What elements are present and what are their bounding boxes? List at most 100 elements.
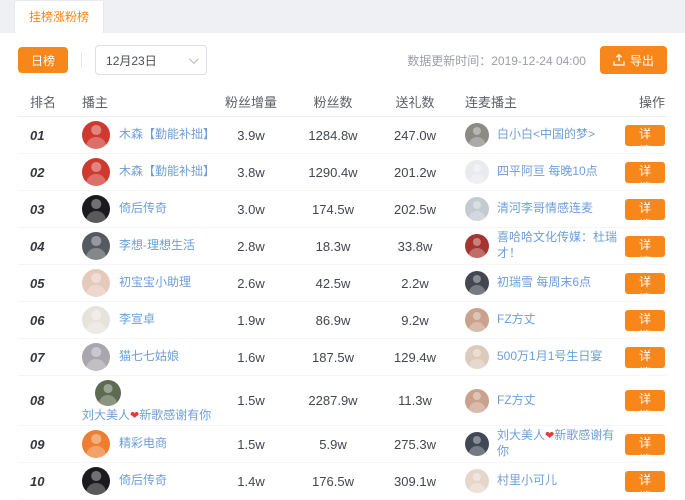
streamer-avatar bbox=[95, 380, 121, 406]
co-streamer-cell: 喜哈哈文化传媒：杜瑞才！ bbox=[453, 230, 625, 261]
export-button[interactable]: 导出 bbox=[600, 46, 667, 74]
gift-count-cell: 33.8w bbox=[377, 239, 453, 254]
co-streamer-link[interactable]: 喜哈哈文化传媒：杜瑞才！ bbox=[497, 230, 625, 261]
streamer-link[interactable]: 刘大美人❤新歌感谢有你 bbox=[82, 408, 211, 424]
co-streamer-link[interactable]: 四平阿亘 每晚10点 bbox=[497, 164, 598, 180]
fan-increase-cell: 2.6w bbox=[213, 276, 289, 291]
gift-count-cell: 9.2w bbox=[377, 313, 453, 328]
streamer-link[interactable]: 木森【勤能补拙】 bbox=[119, 164, 213, 180]
table-header: 排名 播主 粉丝增量 粉丝数 送礼数 连麦播主 操作 bbox=[18, 87, 667, 117]
streamer-cell: 倚后传奇 bbox=[68, 195, 213, 223]
app-window: 挂榜涨粉榜 日榜 12月23日 数据更新时间：2019-12-24 04:00 … bbox=[0, 0, 685, 500]
column-header-rank: 排名 bbox=[18, 92, 68, 111]
fan-count-cell: 176.5w bbox=[289, 474, 377, 489]
co-streamer-cell: 刘大美人❤新歌感谢有你 bbox=[453, 428, 625, 459]
rank-cell: 06 bbox=[18, 313, 68, 328]
tab-hang-list-fan-growth[interactable]: 挂榜涨粉榜 bbox=[14, 0, 104, 33]
streamer-cell: 猫七七姑娘 bbox=[68, 343, 213, 371]
streamer-cell: 初宝宝小助理 bbox=[68, 269, 213, 297]
streamer-link[interactable]: 精彩电商 bbox=[119, 436, 167, 452]
rank-cell: 02 bbox=[18, 165, 68, 180]
streamer-link[interactable]: 李宣卓 bbox=[119, 312, 155, 328]
detail-button[interactable]: 详情 bbox=[625, 273, 665, 294]
fan-count-cell: 18.3w bbox=[289, 239, 377, 254]
fan-count-cell: 1290.4w bbox=[289, 165, 377, 180]
rank-cell: 09 bbox=[18, 437, 68, 452]
detail-button[interactable]: 详情 bbox=[625, 471, 665, 492]
co-streamer-cell: 四平阿亘 每晚10点 bbox=[453, 160, 625, 184]
co-streamer-cell: 清河李哥情感连麦 bbox=[453, 197, 625, 221]
streamer-link[interactable]: 倚后传奇 bbox=[119, 201, 167, 217]
action-cell: 详情 bbox=[625, 162, 667, 183]
action-cell: 详情 bbox=[625, 310, 667, 331]
fan-increase-cell: 2.8w bbox=[213, 239, 289, 254]
co-streamer-avatar bbox=[465, 271, 489, 295]
daily-rank-button[interactable]: 日榜 bbox=[18, 47, 68, 73]
action-cell: 详情 bbox=[625, 273, 667, 294]
streamer-link[interactable]: 猫七七姑娘 bbox=[119, 349, 179, 365]
fan-count-cell: 86.9w bbox=[289, 313, 377, 328]
detail-button[interactable]: 详情 bbox=[625, 162, 665, 183]
column-header-gift-count: 送礼数 bbox=[377, 92, 453, 111]
co-streamer-link[interactable]: FZ方丈 bbox=[497, 312, 536, 328]
streamer-link[interactable]: 李想-理想生活 bbox=[119, 238, 195, 254]
detail-button[interactable]: 详情 bbox=[625, 310, 665, 331]
co-streamer-avatar bbox=[465, 432, 489, 456]
fan-increase-cell: 1.5w bbox=[213, 437, 289, 452]
fan-count-cell: 2287.9w bbox=[289, 393, 377, 408]
table-row: 07猫七七姑娘1.6w187.5w129.4w500万1月1号生日宴详情 bbox=[18, 339, 667, 376]
co-streamer-avatar bbox=[465, 469, 489, 493]
fan-count-cell: 1284.8w bbox=[289, 128, 377, 143]
detail-button[interactable]: 详情 bbox=[625, 390, 665, 411]
co-streamer-avatar bbox=[465, 308, 489, 332]
streamer-link[interactable]: 倚后传奇 bbox=[119, 473, 167, 489]
column-header-fan-count: 粉丝数 bbox=[289, 92, 377, 111]
streamer-cell: 李想-理想生活 bbox=[68, 232, 213, 260]
fan-count-cell: 42.5w bbox=[289, 276, 377, 291]
action-cell: 详情 bbox=[625, 236, 667, 257]
streamer-link[interactable]: 木森【勤能补拙】 bbox=[119, 127, 213, 143]
table-row: 09精彩电商1.5w5.9w275.3w刘大美人❤新歌感谢有你详情 bbox=[18, 426, 667, 463]
co-streamer-cell: 初瑞雪 每周末6点 bbox=[453, 271, 625, 295]
rank-cell: 08 bbox=[18, 393, 68, 408]
streamer-avatar bbox=[82, 467, 110, 495]
table-row: 04李想-理想生活2.8w18.3w33.8w喜哈哈文化传媒：杜瑞才！详情 bbox=[18, 228, 667, 265]
co-streamer-avatar bbox=[465, 234, 489, 258]
co-streamer-link[interactable]: 白小白<中国的梦> bbox=[497, 127, 595, 143]
detail-button[interactable]: 详情 bbox=[625, 236, 665, 257]
co-streamer-link[interactable]: 清河李哥情感连麦 bbox=[497, 201, 593, 217]
column-header-fan-increase: 粉丝增量 bbox=[213, 92, 289, 111]
action-cell: 详情 bbox=[625, 390, 667, 411]
table-row: 05初宝宝小助理2.6w42.5w2.2w初瑞雪 每周末6点详情 bbox=[18, 265, 667, 302]
co-streamer-link[interactable]: 村里小可儿 bbox=[497, 473, 557, 489]
streamer-avatar bbox=[82, 121, 110, 149]
co-streamer-avatar bbox=[465, 123, 489, 147]
rank-cell: 05 bbox=[18, 276, 68, 291]
detail-button[interactable]: 详情 bbox=[625, 125, 665, 146]
date-select[interactable]: 12月23日 bbox=[95, 45, 207, 75]
detail-button[interactable]: 详情 bbox=[625, 199, 665, 220]
fan-increase-cell: 3.9w bbox=[213, 128, 289, 143]
heart-icon: ❤ bbox=[545, 430, 554, 442]
table-row: 06 李宣卓 1.9w86.9w9.2w FZ方丈 详情 bbox=[18, 302, 667, 339]
streamer-avatar bbox=[82, 269, 110, 297]
streamer-link[interactable]: 初宝宝小助理 bbox=[119, 275, 191, 291]
fan-count-cell: 187.5w bbox=[289, 350, 377, 365]
rank-cell: 01 bbox=[18, 128, 68, 143]
detail-button[interactable]: 详情 bbox=[625, 347, 665, 368]
co-streamer-link[interactable]: FZ方丈 bbox=[497, 393, 536, 409]
co-streamer-link[interactable]: 500万1月1号生日宴 bbox=[497, 349, 602, 365]
detail-button[interactable]: 详情 bbox=[625, 434, 665, 455]
co-streamer-link[interactable]: 刘大美人❤新歌感谢有你 bbox=[497, 428, 625, 459]
streamer-avatar bbox=[82, 232, 110, 260]
co-streamer-link[interactable]: 初瑞雪 每周末6点 bbox=[497, 275, 591, 291]
column-header-co-streamer: 连麦播主 bbox=[453, 92, 625, 111]
action-cell: 详情 bbox=[625, 347, 667, 368]
fan-increase-cell: 1.9w bbox=[213, 313, 289, 328]
streamer-cell: 木森【勤能补拙】 bbox=[68, 158, 213, 186]
streamer-avatar bbox=[82, 343, 110, 371]
streamer-cell: 倚后传奇 bbox=[68, 467, 213, 495]
ranking-table: 排名 播主 粉丝增量 粉丝数 送礼数 连麦播主 操作 01木森【勤能补拙】3.9… bbox=[18, 87, 667, 500]
table-row: 01木森【勤能补拙】3.9w1284.8w247.0w白小白<中国的梦>详情 bbox=[18, 117, 667, 154]
co-streamer-avatar bbox=[465, 160, 489, 184]
